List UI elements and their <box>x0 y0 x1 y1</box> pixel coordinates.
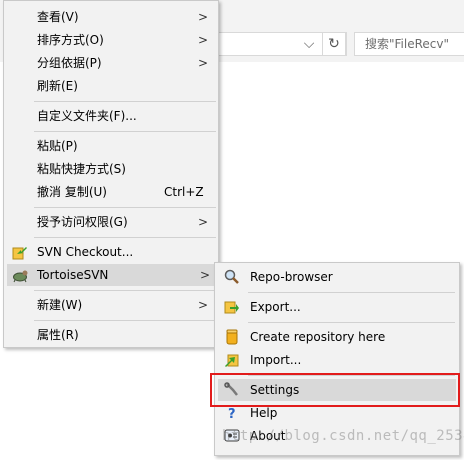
svg-text:?: ? <box>228 407 236 421</box>
chevron-right-icon: > <box>197 215 208 229</box>
menu-item-grant-access[interactable]: 授予访问权限(G) > <box>4 211 218 233</box>
menu-item-new[interactable]: 新建(W) > <box>4 294 218 316</box>
help-icon: ? <box>224 405 240 422</box>
repo-browser-icon <box>224 269 240 285</box>
menu-item-undo-copy[interactable]: 撤消 复制(U) Ctrl+Z <box>4 181 218 203</box>
submenu-item-create-repository[interactable]: Create repository here <box>215 326 459 348</box>
submenu-item-label: Repo-browser <box>250 270 333 284</box>
import-icon <box>224 352 240 368</box>
menu-separator <box>248 292 455 293</box>
menu-item-label: 属性(R) <box>37 328 79 342</box>
create-repository-icon <box>224 329 240 345</box>
menu-item-group[interactable]: 分组依据(P) > <box>4 52 218 74</box>
chevron-right-icon: > <box>197 33 208 47</box>
menu-item-label: 查看(V) <box>37 10 79 24</box>
submenu-item-label: Import... <box>250 353 302 367</box>
chevron-right-icon: > <box>199 268 210 282</box>
submenu-item-label: Export... <box>250 300 301 314</box>
context-menu: 查看(V) > 排序方式(O) > 分组依据(P) > 刷新(E) 自定义文件夹… <box>3 0 219 348</box>
menu-separator <box>34 290 216 291</box>
menu-separator <box>248 322 455 323</box>
chevron-right-icon: > <box>197 298 208 312</box>
menu-item-label: TortoiseSVN <box>37 268 109 282</box>
menu-item-view[interactable]: 查看(V) > <box>4 6 218 28</box>
highlight-annotation-box <box>210 373 460 407</box>
menu-separator <box>34 101 216 102</box>
menu-item-shortcut: Ctrl+Z <box>164 185 204 199</box>
menu-item-tortoisesvn[interactable]: TortoiseSVN > <box>7 264 217 286</box>
refresh-button[interactable]: ↻ <box>322 32 346 56</box>
watermark: http://blog.csdn.net/qq_25343557 <box>222 428 464 444</box>
submenu-item-repo-browser[interactable]: Repo-browser <box>215 266 459 288</box>
menu-item-label: 授予访问权限(G) <box>37 215 128 229</box>
tortoisesvn-icon <box>12 267 28 283</box>
menu-item-label: 自定义文件夹(F)... <box>37 109 137 123</box>
menu-item-label: SVN Checkout... <box>37 245 134 259</box>
tortoisesvn-submenu: Repo-browser Export... Create repository… <box>214 262 460 456</box>
menu-item-label: 粘贴(P) <box>37 139 78 153</box>
menu-item-paste[interactable]: 粘贴(P) <box>4 135 218 157</box>
chevron-right-icon: > <box>197 10 208 24</box>
chevron-right-icon: > <box>197 56 208 70</box>
search-input[interactable]: 搜索"FileRecv" <box>354 32 464 56</box>
export-icon <box>224 299 240 315</box>
menu-separator <box>34 237 216 238</box>
menu-item-properties[interactable]: 属性(R) <box>4 324 218 346</box>
menu-separator <box>34 207 216 208</box>
menu-separator <box>34 320 216 321</box>
svn-checkout-icon <box>12 244 28 260</box>
menu-item-label: 分组依据(P) <box>37 56 102 70</box>
submenu-item-export[interactable]: Export... <box>215 296 459 318</box>
menu-item-svn-checkout[interactable]: SVN Checkout... <box>4 241 218 263</box>
chevron-down-icon[interactable]: ⌵ <box>303 34 315 54</box>
menu-item-label: 粘贴快捷方式(S) <box>37 162 126 176</box>
menu-item-sort[interactable]: 排序方式(O) > <box>4 29 218 51</box>
menu-item-paste-shortcut[interactable]: 粘贴快捷方式(S) <box>4 158 218 180</box>
menu-item-customize-folder[interactable]: 自定义文件夹(F)... <box>4 105 218 127</box>
submenu-item-import[interactable]: Import... <box>215 349 459 371</box>
menu-item-refresh[interactable]: 刷新(E) <box>4 75 218 97</box>
menu-item-label: 刷新(E) <box>37 79 78 93</box>
menu-item-label: 排序方式(O) <box>37 33 104 47</box>
menu-separator <box>34 131 216 132</box>
menu-item-label: 新建(W) <box>37 298 83 312</box>
menu-item-label: 撤消 复制(U) <box>37 185 107 199</box>
submenu-item-label: Create repository here <box>250 330 386 344</box>
